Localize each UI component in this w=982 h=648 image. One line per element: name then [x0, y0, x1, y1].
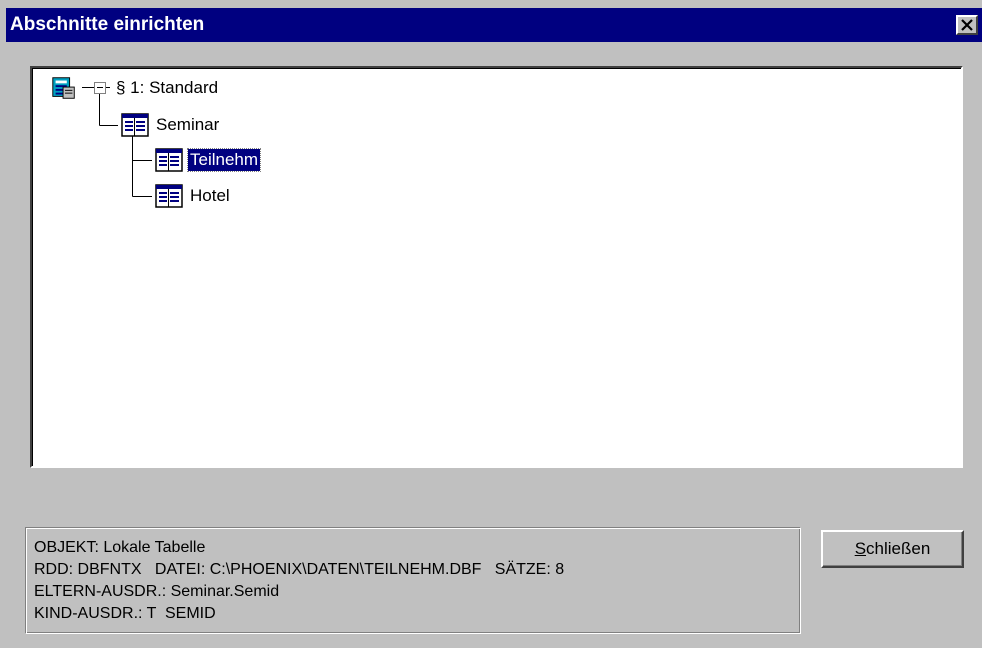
object-info-panel: OBJEKT: Lokale Tabelle RDD: DBFNTX DATEI…	[25, 527, 801, 634]
close-button[interactable]: Schließen	[821, 530, 964, 568]
tree-node-label-selected: Teilnehm	[186, 148, 262, 172]
table-icon	[121, 113, 149, 137]
dialog-window: Abschnitte einrichten § 1: Standard Semi…	[0, 0, 982, 648]
window-title: Abschnitte einrichten	[10, 14, 205, 35]
close-window-button[interactable]	[956, 15, 978, 35]
table-icon	[155, 184, 183, 208]
title-bar[interactable]: Abschnitte einrichten	[6, 8, 982, 42]
info-line-object: OBJEKT: Lokale Tabelle	[34, 539, 206, 556]
tree-node-root[interactable]: § 1: Standard	[50, 75, 220, 101]
info-line-child-expr: KIND-AUSDR.: T SEMID	[34, 605, 216, 622]
info-line-rdd: RDD: DBFNTX DATEI: C:\PHOENIX\DATEN\TEIL…	[34, 561, 565, 578]
tree-node-seminar[interactable]: Seminar	[120, 112, 221, 138]
table-icon	[155, 148, 183, 172]
tree-node-label: Seminar	[156, 115, 220, 134]
database-icon	[52, 77, 75, 99]
sections-tree-view[interactable]: § 1: Standard Seminar Teilnehm Hotel	[30, 66, 963, 468]
close-button-mnemonic: S	[854, 539, 867, 558]
close-icon	[961, 19, 973, 31]
tree-node-hotel[interactable]: Hotel	[154, 183, 232, 209]
tree-node-label: Hotel	[190, 186, 230, 205]
tree-node-label: § 1: Standard	[116, 78, 219, 97]
info-line-parent-expr: ELTERN-AUSDR.: Seminar.Semid	[34, 583, 280, 600]
close-button-label: chließen	[866, 539, 931, 558]
tree-node-teilnehm[interactable]: Teilnehm	[154, 147, 262, 173]
